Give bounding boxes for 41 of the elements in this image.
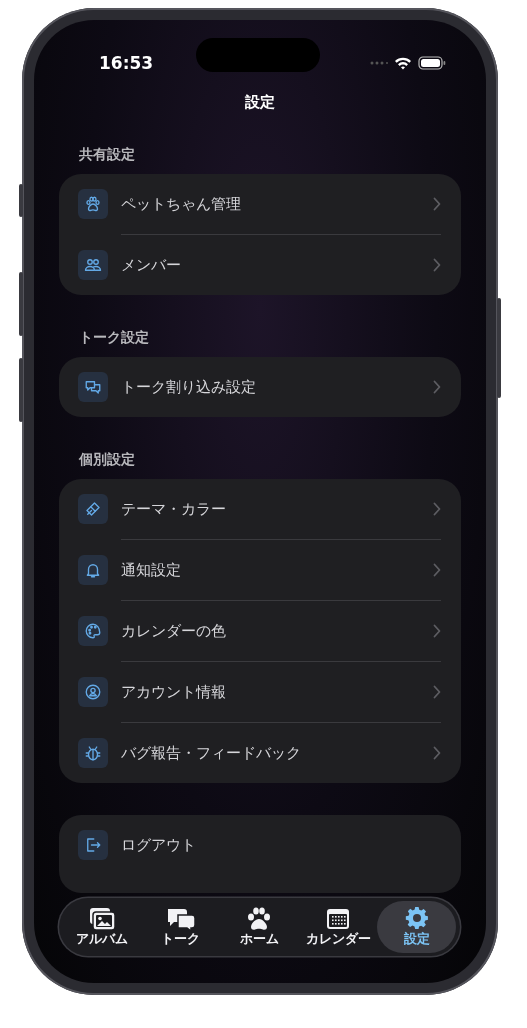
chevron-icon — [433, 563, 441, 577]
signal-icon — [370, 60, 388, 66]
brush-icon — [78, 494, 108, 524]
status-time: 16:53 — [99, 53, 154, 73]
settings-row[interactable]: ペットちゃん管理 — [59, 174, 461, 234]
settings-row[interactable]: ログアウト — [59, 815, 461, 875]
bell-icon — [78, 555, 108, 585]
paw-icon — [78, 189, 108, 219]
settings-row[interactable]: カレンダーの色 — [59, 601, 461, 661]
settings-row[interactable]: トーク割り込み設定 — [59, 357, 461, 417]
people-icon — [78, 250, 108, 280]
chevron-icon — [433, 502, 441, 516]
tab-button[interactable]: トーク — [141, 901, 221, 953]
section-header: トーク設定 — [79, 329, 150, 347]
chevron-icon — [433, 197, 441, 211]
photos-icon — [87, 906, 118, 931]
logout-icon — [78, 830, 108, 860]
chevron-icon — [433, 380, 441, 394]
chevron-icon — [433, 685, 441, 699]
person-icon — [78, 677, 108, 707]
chevron-icon — [433, 624, 441, 638]
settings-row[interactable]: メンバー — [59, 235, 461, 295]
tab-button[interactable]: ホーム — [220, 901, 299, 953]
section-header: 共有設定 — [79, 146, 136, 164]
bug-icon — [78, 738, 108, 768]
battery-icon — [418, 56, 446, 70]
settings-row[interactable]: バグ報告・フィードバック — [59, 723, 461, 783]
settings-row[interactable]: テーマ・カラー — [59, 479, 461, 539]
tab-button[interactable]: カレンダー — [298, 901, 378, 953]
tab-button[interactable]: 設定 — [377, 901, 456, 953]
wifi-icon — [394, 56, 412, 70]
palette-icon — [78, 616, 108, 646]
chevron-icon — [433, 746, 441, 760]
chat-icon — [165, 906, 196, 931]
chevron-icon — [433, 258, 441, 272]
section-header: 個別設定 — [79, 451, 136, 469]
tab-button[interactable]: アルバム — [63, 901, 142, 953]
chat-icon — [78, 372, 108, 402]
settings-row[interactable]: 通知設定 — [59, 540, 461, 600]
settings-row[interactable]: アカウント情報 — [59, 662, 461, 722]
page-title: 設定 — [244, 93, 276, 112]
